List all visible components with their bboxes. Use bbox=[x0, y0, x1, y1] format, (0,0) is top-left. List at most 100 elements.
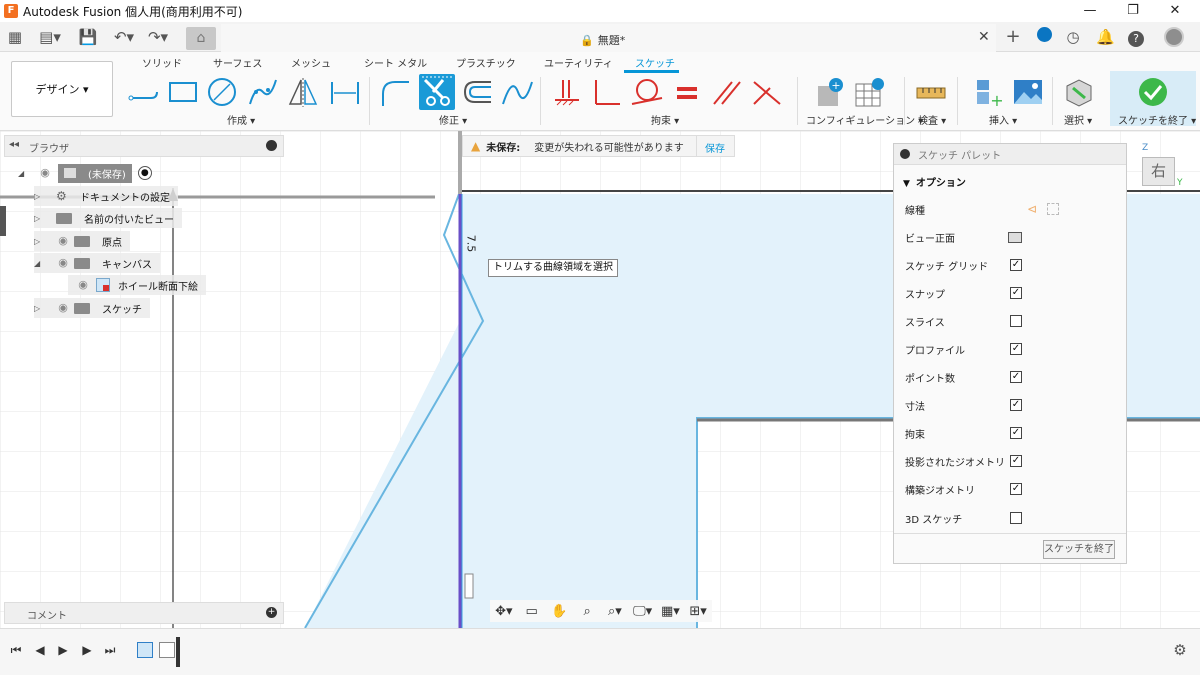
fit-zoom-icon[interactable]: ⌕▾ bbox=[601, 604, 629, 619]
pan-hand-icon[interactable]: ✋ bbox=[546, 604, 574, 619]
job-status-clock-icon[interactable]: ◷ bbox=[1064, 27, 1082, 47]
collapsed-triangle-icon[interactable]: ▷ bbox=[34, 192, 44, 201]
redo-icon[interactable]: ↷▾ bbox=[144, 27, 172, 47]
group-configuration-label[interactable]: コンフィギュレーション ▾ bbox=[806, 112, 923, 127]
tab-solid[interactable]: ソリッド bbox=[142, 55, 182, 70]
viewports-icon[interactable]: ⊞▾ bbox=[684, 604, 712, 619]
add-comment-icon[interactable]: + bbox=[266, 607, 277, 618]
grid-settings-icon[interactable]: ▦▾ bbox=[657, 604, 685, 619]
tab-plastic[interactable]: プラスチック bbox=[456, 55, 516, 70]
points-checkbox[interactable]: ✓ bbox=[1010, 371, 1022, 383]
save-link[interactable]: 保存 bbox=[705, 140, 725, 155]
linetype-centerline-icon[interactable] bbox=[1047, 203, 1059, 215]
tree-item-document-settings[interactable]: ▷ ⚙ ドキュメントの設定 bbox=[34, 186, 178, 206]
tab-surface[interactable]: サーフェス bbox=[213, 55, 262, 70]
slice-checkbox[interactable] bbox=[1010, 315, 1022, 327]
fix-constraint-icon[interactable] bbox=[551, 76, 585, 110]
tab-utility[interactable]: ユーティリティ bbox=[544, 55, 613, 70]
snap-checkbox[interactable]: ✓ bbox=[1010, 287, 1022, 299]
parallel-constraint-icon[interactable] bbox=[710, 76, 744, 110]
construction-geometry-checkbox[interactable]: ✓ bbox=[1010, 483, 1022, 495]
comments-panel-header[interactable]: コメント + bbox=[4, 602, 284, 624]
undo-icon[interactable]: ↶▾ bbox=[110, 27, 138, 47]
tangent-constraint-icon[interactable] bbox=[630, 76, 664, 110]
options-section-header[interactable]: ▼ オプション bbox=[903, 174, 966, 189]
timeline-canvas-icon[interactable] bbox=[137, 642, 153, 658]
save-disk-icon[interactable]: 💾 bbox=[78, 27, 98, 47]
spline-tool-icon[interactable] bbox=[246, 76, 280, 110]
linetype-construction-icon[interactable]: ⊲ bbox=[1027, 202, 1037, 216]
group-finish-label[interactable]: スケッチを終了 ▾ bbox=[1118, 112, 1196, 127]
step-back-icon[interactable]: ◀ bbox=[32, 643, 48, 659]
configuration-icon[interactable]: + bbox=[812, 76, 846, 110]
equal-constraint-icon[interactable] bbox=[670, 76, 704, 110]
timeline-marker[interactable] bbox=[176, 637, 180, 667]
display-settings-icon[interactable]: 🖵▾ bbox=[629, 604, 657, 619]
rectangle-tool-icon[interactable] bbox=[166, 76, 200, 110]
orbit-icon[interactable]: ✥▾ bbox=[490, 604, 518, 619]
visibility-eye-icon[interactable]: ◉ bbox=[54, 257, 72, 269]
tree-item-sketches[interactable]: ▷ ◉ スケッチ bbox=[34, 298, 150, 318]
visibility-eye-icon[interactable]: ◉ bbox=[54, 235, 72, 247]
sketch-grid-checkbox[interactable]: ✓ bbox=[1010, 259, 1022, 271]
tree-item-canvases[interactable]: ◢ ◉ キャンバス bbox=[34, 253, 160, 273]
projected-geometry-checkbox[interactable]: ✓ bbox=[1010, 455, 1022, 467]
group-select-label[interactable]: 選択 ▾ bbox=[1064, 112, 1092, 127]
collapsed-triangle-icon[interactable]: ▷ bbox=[34, 304, 44, 313]
tab-sketch[interactable]: スケッチ bbox=[635, 55, 675, 70]
group-modify-label[interactable]: 修正 ▾ bbox=[439, 112, 467, 127]
tree-item-named-views[interactable]: ▷ 名前の付いたビュー bbox=[34, 208, 182, 228]
look-at-icon[interactable] bbox=[1008, 231, 1022, 243]
expanded-triangle-icon[interactable]: ◢ bbox=[34, 259, 44, 268]
constraints-checkbox[interactable]: ✓ bbox=[1010, 427, 1022, 439]
offset-tool-icon[interactable] bbox=[461, 76, 495, 110]
dimension-value[interactable]: 7.5 bbox=[464, 235, 477, 253]
browser-panel-header[interactable]: ◂◂ ブラウザ bbox=[4, 135, 284, 157]
tree-item-canvas-image[interactable]: ◉ ホイール断面下絵 bbox=[68, 275, 206, 295]
collapsed-triangle-icon[interactable]: ▷ bbox=[34, 214, 44, 223]
restore-button[interactable]: ❐ bbox=[1113, 0, 1153, 22]
curve-tool-icon[interactable] bbox=[500, 76, 534, 110]
data-panel-grid-icon[interactable]: ▦ bbox=[6, 27, 24, 47]
minimize-button[interactable]: — bbox=[1070, 0, 1110, 22]
collapse-browser-icon[interactable]: ◂◂ bbox=[9, 139, 19, 150]
play-icon[interactable]: ▶ bbox=[55, 643, 71, 659]
collapsed-triangle-icon[interactable]: ▷ bbox=[34, 237, 44, 246]
close-window-button[interactable]: ✕ bbox=[1155, 0, 1195, 22]
tab-mesh[interactable]: メッシュ bbox=[291, 55, 331, 70]
tab-sheet-metal[interactable]: シート メタル bbox=[364, 55, 427, 70]
circle-tool-icon[interactable] bbox=[205, 76, 239, 110]
group-inspect-label[interactable]: 検査 ▾ bbox=[918, 112, 946, 127]
palette-finish-sketch-button[interactable]: スケッチを終了 bbox=[1043, 540, 1115, 559]
sketch-palette-header[interactable]: スケッチ パレット bbox=[894, 144, 1126, 165]
profile-checkbox[interactable]: ✓ bbox=[1010, 343, 1022, 355]
help-icon[interactable]: ? bbox=[1126, 27, 1146, 47]
visibility-eye-icon[interactable]: ◉ bbox=[36, 167, 54, 179]
group-insert-label[interactable]: 挿入 ▾ bbox=[989, 112, 1017, 127]
view-cube[interactable]: 右 bbox=[1142, 157, 1175, 186]
perpendicular-constraint-icon[interactable] bbox=[590, 76, 624, 110]
dimension-tool-icon[interactable] bbox=[328, 76, 362, 110]
visibility-eye-icon[interactable]: ◉ bbox=[74, 279, 92, 291]
mirror-tool-icon[interactable] bbox=[286, 76, 320, 110]
file-menu-icon[interactable]: ▤▾ bbox=[36, 27, 64, 47]
tree-item-root[interactable]: ◢ ◉ (未保存) ● bbox=[18, 163, 152, 183]
document-close-icon[interactable]: ✕ bbox=[978, 29, 990, 45]
trim-tool-active-button[interactable] bbox=[419, 74, 455, 110]
notifications-bell-icon[interactable]: 🔔 bbox=[1096, 27, 1115, 47]
configuration-table-icon[interactable] bbox=[852, 76, 886, 110]
select-icon[interactable] bbox=[1061, 76, 1095, 110]
go-to-start-icon[interactable]: ⏮ bbox=[8, 643, 24, 659]
fillet-tool-icon[interactable] bbox=[379, 76, 413, 110]
look-at-icon[interactable]: ▭ bbox=[518, 604, 546, 619]
root-component-label[interactable]: (未保存) bbox=[58, 163, 132, 183]
expanded-triangle-icon[interactable]: ◢ bbox=[18, 169, 28, 178]
line-tool-icon[interactable] bbox=[127, 76, 161, 110]
measure-icon[interactable] bbox=[914, 76, 948, 110]
zoom-icon[interactable]: ⌕ bbox=[573, 604, 601, 619]
dimensions-checkbox[interactable]: ✓ bbox=[1010, 399, 1022, 411]
tree-item-origin[interactable]: ▷ ◉ 原点 bbox=[34, 231, 130, 251]
workspace-design-dropdown[interactable]: デザイン ▾ bbox=[11, 61, 113, 117]
go-to-end-icon[interactable]: ⏭ bbox=[102, 643, 118, 659]
3d-sketch-checkbox[interactable] bbox=[1010, 512, 1022, 524]
